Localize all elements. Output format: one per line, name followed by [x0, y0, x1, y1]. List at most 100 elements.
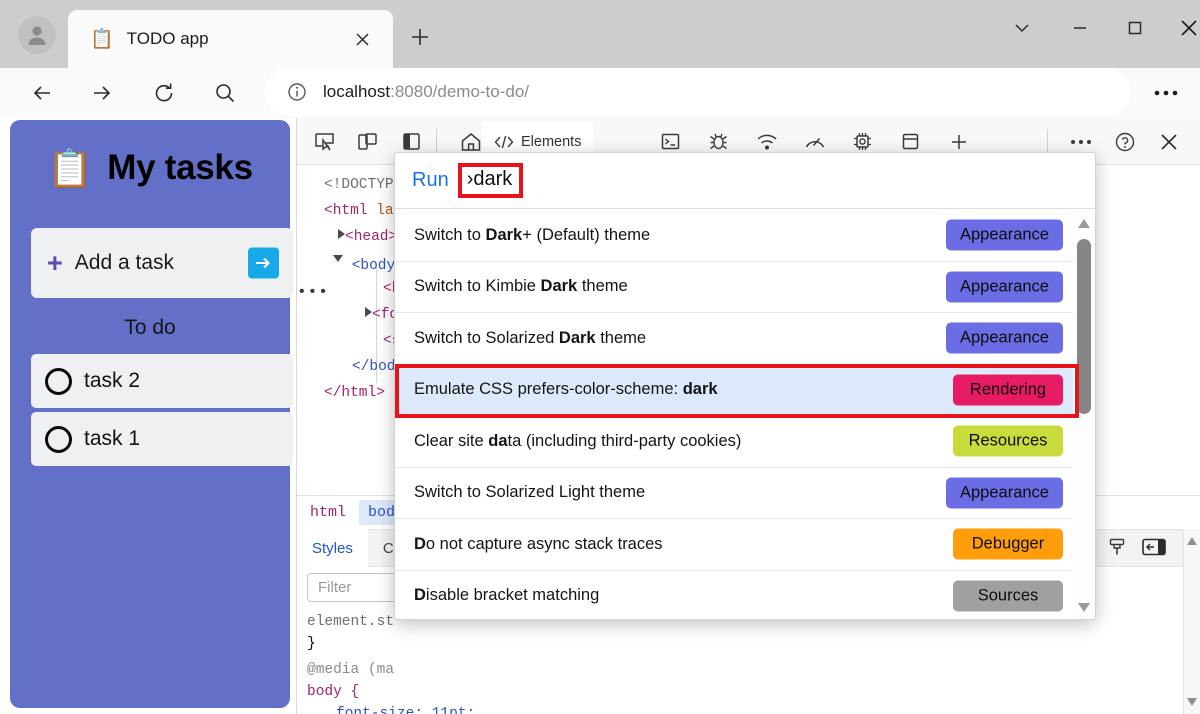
css-rule-close: } — [307, 636, 316, 652]
scroll-down-icon[interactable] — [1187, 698, 1197, 706]
command-palette-row[interactable]: Emulate CSS prefers-color-scheme: darkRe… — [395, 365, 1096, 417]
expand-triangle-icon[interactable] — [365, 307, 372, 317]
code-icon — [494, 134, 514, 150]
reload-button[interactable] — [146, 75, 182, 111]
command-match-highlight: dark — [683, 380, 718, 398]
command-label: Do not capture async stack traces — [414, 535, 663, 554]
tab-search-button[interactable] — [1000, 8, 1044, 48]
web-page-viewport: 📋 My tasks + Add a task To do task 2 — [0, 118, 296, 714]
command-palette-row[interactable]: Do not capture async stack traces Debugge… — [395, 519, 1096, 571]
devtools-close-icon[interactable] — [1152, 125, 1185, 158]
toolbar-divider — [436, 129, 437, 154]
page-title: My tasks — [107, 148, 252, 188]
command-category-badge: Resources — [953, 426, 1063, 457]
scroll-down-icon[interactable] — [1078, 603, 1090, 612]
command-palette-row[interactable]: Switch to Kimbie Dark themeAppearance — [395, 262, 1096, 314]
css-selector-body[interactable]: body { — [307, 684, 359, 700]
command-label: Switch to Dark+ (Default) theme — [414, 226, 650, 245]
styles-scrollbar[interactable] — [1183, 529, 1200, 714]
tab-elements-label: Elements — [521, 134, 581, 150]
command-palette-row[interactable]: Switch to Solarized Light themeAppearanc… — [395, 468, 1096, 520]
scroll-up-icon[interactable] — [1187, 537, 1197, 545]
command-category-badge: Sources — [953, 580, 1063, 611]
command-palette-row[interactable]: Disable bracket matching Sources — [395, 571, 1096, 621]
add-task-input[interactable]: + Add a task — [31, 228, 293, 298]
palette-mode-label: Run — [412, 169, 449, 192]
command-category-badge: Debugger — [953, 529, 1063, 560]
todo-header: 📋 My tasks — [10, 148, 290, 188]
close-window-button[interactable] — [1167, 8, 1200, 48]
styles-rules[interactable]: element.st } @media (ma body { font-size… — [297, 609, 1200, 714]
task-label: task 1 — [84, 427, 140, 451]
title-bar: 📋 TODO app — [0, 0, 1200, 68]
tab-close-button[interactable] — [349, 26, 375, 52]
command-palette-header: Run ›dark — [395, 153, 1095, 209]
add-task-placeholder: Add a task — [75, 251, 174, 275]
url-path: :8080/demo-to-do/ — [390, 82, 529, 101]
task-item[interactable]: task 1 — [31, 412, 293, 466]
command-match-highlight: da — [488, 432, 507, 450]
css-declaration-font-size[interactable]: font-size: 11pt; — [336, 706, 475, 714]
clipboard-icon: 📋 — [47, 150, 93, 187]
address-bar[interactable]: localhost:8080/demo-to-do/ — [265, 68, 1130, 116]
task-checkbox-icon[interactable] — [45, 426, 72, 453]
scrollbar-thumb[interactable] — [1077, 239, 1091, 414]
command-match-highlight: D — [414, 535, 426, 553]
task-item[interactable]: task 2 — [31, 354, 293, 408]
dom-node-doctype[interactable]: <!DOCTYPE — [324, 177, 402, 193]
new-tab-button[interactable] — [404, 21, 436, 53]
palette-query-input[interactable]: ›dark — [467, 168, 513, 191]
command-palette-list[interactable]: Switch to Dark+ (Default) theme Appearanc… — [395, 210, 1096, 620]
task-checkbox-icon[interactable] — [45, 368, 72, 395]
todo-app-panel: 📋 My tasks + Add a task To do task 2 — [10, 120, 290, 708]
node-overflow-icon[interactable]: ••• — [297, 283, 329, 301]
command-label: Emulate CSS prefers-color-scheme: dark — [414, 380, 718, 399]
help-icon[interactable] — [1108, 125, 1141, 158]
command-category-badge: Appearance — [946, 220, 1063, 251]
dom-node-html-close[interactable]: </html> — [324, 385, 385, 401]
browser-tab[interactable]: 📋 TODO app — [68, 10, 393, 68]
command-palette-row[interactable]: Clear site data (including third-party c… — [395, 416, 1096, 468]
maximize-button[interactable] — [1113, 8, 1157, 48]
styles-pane-actions — [1107, 530, 1167, 568]
command-label: Disable bracket matching — [414, 586, 599, 605]
command-palette[interactable]: Run ›dark Switch to Dark+ (Default) them… — [394, 152, 1096, 620]
toggle-sidebar-icon[interactable] — [1141, 537, 1167, 562]
breadcrumb-item-html[interactable]: html — [301, 500, 355, 525]
minimize-button[interactable] — [1058, 8, 1102, 48]
command-match-highlight: D — [414, 586, 426, 604]
css-at-media[interactable]: @media (ma — [307, 662, 394, 678]
forward-button[interactable] — [84, 75, 120, 111]
dom-node-head[interactable]: <head> — [338, 229, 397, 245]
submit-task-button[interactable] — [248, 248, 279, 279]
palette-query-highlight: ›dark — [458, 163, 524, 198]
command-palette-row[interactable]: Switch to Dark+ (Default) theme Appearanc… — [395, 210, 1096, 262]
browser-settings-ellipsis-icon[interactable] — [1148, 75, 1184, 111]
info-icon[interactable] — [287, 82, 307, 102]
search-icon[interactable] — [207, 75, 243, 111]
command-category-badge: Appearance — [946, 271, 1063, 302]
device-toolbar-icon[interactable] — [351, 125, 384, 158]
profile-avatar[interactable] — [18, 16, 56, 54]
command-match-highlight: Dark — [559, 329, 596, 347]
command-category-badge: Appearance — [946, 323, 1063, 354]
tab-styles[interactable]: Styles — [297, 529, 368, 567]
plus-icon: + — [47, 250, 63, 277]
todo-section-heading: To do — [10, 316, 290, 340]
browser-window: 📋 TODO app — [0, 0, 1200, 714]
command-palette-row[interactable]: Switch to Solarized Dark themeAppearance — [395, 313, 1096, 365]
inspect-icon[interactable] — [308, 125, 341, 158]
css-rule-element-style[interactable]: element.st — [307, 614, 394, 630]
tab-title: TODO app — [127, 29, 209, 49]
scroll-up-icon[interactable] — [1078, 219, 1090, 228]
command-label: Clear site data (including third-party c… — [414, 432, 741, 451]
collapse-triangle-icon[interactable] — [333, 255, 343, 267]
paintbrush-icon[interactable] — [1107, 537, 1127, 562]
back-button[interactable] — [24, 75, 60, 111]
palette-scrollbar[interactable] — [1073, 210, 1095, 620]
toolbar-divider — [1047, 129, 1048, 154]
address-bar-url: localhost:8080/demo-to-do/ — [323, 82, 529, 102]
expand-triangle-icon[interactable] — [338, 229, 345, 239]
dom-node-html[interactable]: <html la — [324, 203, 394, 219]
task-label: task 2 — [84, 369, 140, 393]
